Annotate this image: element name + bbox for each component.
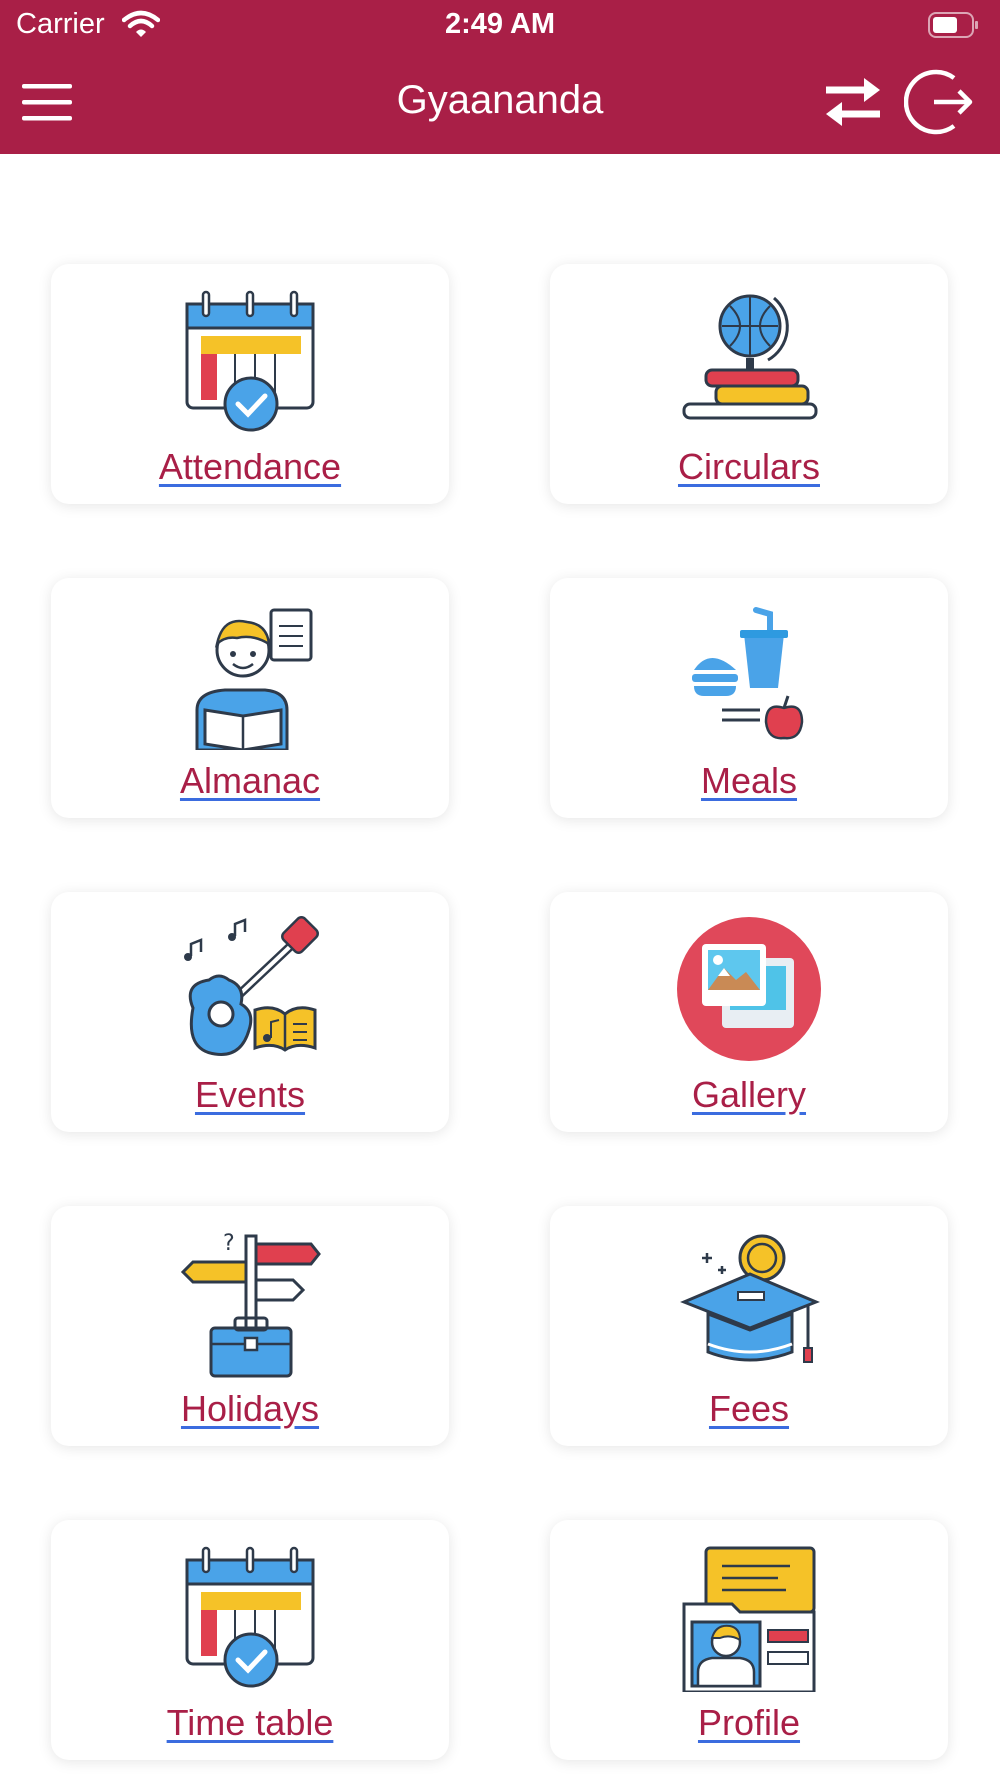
tile-label: Fees xyxy=(708,1388,790,1429)
globe-books-icon xyxy=(682,294,818,420)
tile-label: Circulars xyxy=(677,446,820,487)
svg-text:?: ? xyxy=(223,1231,235,1256)
battery-icon xyxy=(928,12,978,38)
id-card-icon xyxy=(682,1546,816,1692)
reader-icon xyxy=(195,608,313,750)
tile-label: Gallery xyxy=(691,1074,807,1115)
tile-gallery[interactable]: Gallery xyxy=(550,892,948,1132)
tile-label: Events xyxy=(194,1074,306,1115)
tile-label: Time table xyxy=(166,1702,334,1743)
tile-events[interactable]: Events xyxy=(51,892,449,1132)
tile-time-table[interactable]: Time table xyxy=(51,1520,449,1760)
top-bar: Carrier 2:49 AM Gyaananda xyxy=(0,0,1000,154)
calendar-check-icon xyxy=(185,290,315,432)
tile-label: Almanac xyxy=(179,760,321,801)
tile-label: Meals xyxy=(700,760,798,801)
signpost-briefcase-icon: ? xyxy=(180,1231,321,1378)
photos-icon xyxy=(677,917,821,1061)
tile-profile[interactable]: Profile xyxy=(550,1520,948,1760)
tile-label: Attendance xyxy=(158,446,342,487)
status-time: 2:49 AM xyxy=(444,8,556,40)
meal-icon xyxy=(692,607,804,740)
tile-label: Profile xyxy=(697,1702,801,1743)
switch-arrows-icon[interactable] xyxy=(820,70,886,134)
tile-holidays[interactable]: ? Holidays xyxy=(51,1206,449,1446)
graduation-coin-icon xyxy=(680,1234,820,1363)
guitar-icon xyxy=(184,916,319,1056)
logout-icon[interactable] xyxy=(904,66,976,138)
tile-meals[interactable]: Meals xyxy=(550,578,948,818)
tile-fees[interactable]: Fees xyxy=(550,1206,948,1446)
calendar-check-icon xyxy=(185,1546,315,1688)
tile-circulars[interactable]: Circulars xyxy=(550,264,948,504)
tile-attendance[interactable]: Attendance xyxy=(51,264,449,504)
tile-almanac[interactable]: Almanac xyxy=(51,578,449,818)
tile-label: Holidays xyxy=(180,1388,320,1429)
